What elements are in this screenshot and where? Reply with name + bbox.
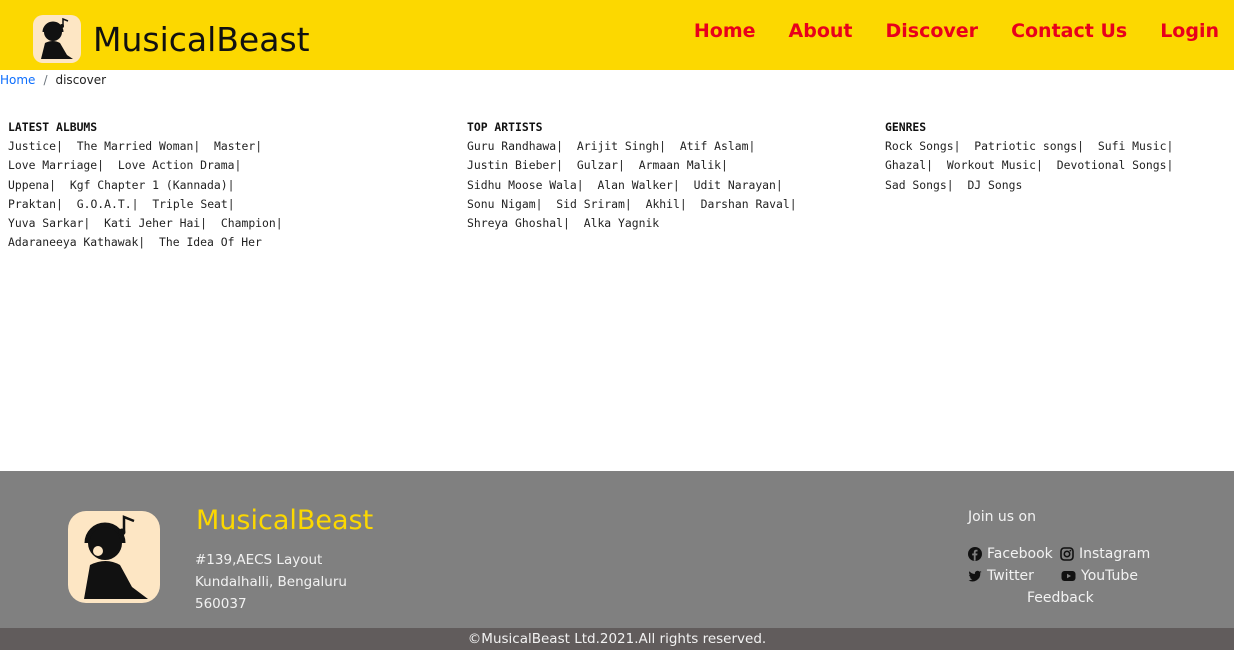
- nav-login[interactable]: Login: [1160, 20, 1219, 42]
- list-row: Yuva Sarkar| Kati Jeher Hai| Champion|: [8, 214, 283, 233]
- artist-link[interactable]: Gulzar|: [577, 158, 625, 172]
- list-row: Adaraneeya Kathawak| The Idea Of Her: [8, 233, 283, 252]
- artist-link[interactable]: Alan Walker|: [597, 178, 679, 192]
- list-row: Praktan| G.O.A.T.| Triple Seat|: [8, 195, 283, 214]
- list-row: Love Marriage| Love Action Drama|: [8, 156, 283, 175]
- artist-link[interactable]: Darshan Raval|: [701, 197, 797, 211]
- genres-section: GENRES Rock Songs| Patriotic songs| Sufi…: [885, 118, 1173, 195]
- breadcrumb-home-link[interactable]: Home: [0, 73, 35, 87]
- instagram-link[interactable]: Instagram: [1060, 546, 1150, 562]
- genre-link[interactable]: Rock Songs|: [885, 139, 960, 153]
- facebook-link[interactable]: Facebook: [968, 546, 1053, 562]
- album-link[interactable]: Uppena|: [8, 178, 56, 192]
- artist-link[interactable]: Udit Narayan|: [694, 178, 783, 192]
- copyright-text: ©MusicalBeast Ltd.2021.All rights reserv…: [467, 631, 767, 647]
- nav-about[interactable]: About: [789, 20, 853, 42]
- logo-icon: [33, 15, 81, 63]
- breadcrumb: Home / discover: [0, 73, 106, 87]
- list-row: Sidhu Moose Wala| Alan Walker| Udit Nara…: [467, 176, 797, 195]
- artist-link[interactable]: Guru Randhawa|: [467, 139, 563, 153]
- artist-link[interactable]: Alka Yagnik: [584, 216, 659, 230]
- album-link[interactable]: Master|: [214, 139, 262, 153]
- album-link[interactable]: Love Action Drama|: [118, 158, 241, 172]
- facebook-icon: [968, 547, 982, 561]
- genre-link[interactable]: DJ Songs: [967, 178, 1022, 192]
- brand[interactable]: MusicalBeast: [33, 14, 310, 64]
- instagram-label: Instagram: [1079, 546, 1151, 562]
- list-row: Uppena| Kgf Chapter 1 (Kannada)|: [8, 176, 283, 195]
- feedback-link[interactable]: Feedback: [1027, 590, 1094, 606]
- brand-name: MusicalBeast: [93, 19, 310, 59]
- list-row: Ghazal| Workout Music| Devotional Songs|: [885, 156, 1173, 175]
- list-row: Justice| The Married Woman| Master|: [8, 137, 283, 156]
- latest-albums-title: LATEST ALBUMS: [8, 120, 98, 134]
- album-link[interactable]: G.O.A.T.|: [77, 197, 139, 211]
- twitter-label: Twitter: [987, 568, 1034, 584]
- album-link[interactable]: The Married Woman|: [77, 139, 200, 153]
- latest-albums-section: LATEST ALBUMS Justice| The Married Woman…: [8, 118, 283, 252]
- twitter-icon: [968, 570, 982, 582]
- copyright-bar: ©MusicalBeast Ltd.2021.All rights reserv…: [0, 628, 1234, 650]
- genre-link[interactable]: Sufi Music|: [1098, 139, 1173, 153]
- list-row: Rock Songs| Patriotic songs| Sufi Music|: [885, 137, 1173, 156]
- artist-link[interactable]: Shreya Ghoshal|: [467, 216, 570, 230]
- breadcrumb-separator: /: [43, 73, 48, 87]
- address-line: Kundalhalli, Bengaluru: [195, 574, 347, 590]
- address-line: #139,AECS Layout: [195, 552, 323, 568]
- album-link[interactable]: Kgf Chapter 1 (Kannada)|: [70, 178, 235, 192]
- album-link[interactable]: The Idea Of Her: [159, 235, 262, 249]
- album-link[interactable]: Triple Seat|: [152, 197, 234, 211]
- footer-logo-icon: [68, 511, 160, 603]
- artist-link[interactable]: Arijit Singh|: [577, 139, 666, 153]
- list-row: Shreya Ghoshal| Alka Yagnik: [467, 214, 797, 233]
- album-link[interactable]: Champion|: [221, 216, 283, 230]
- twitter-link[interactable]: Twitter: [968, 568, 1034, 584]
- album-link[interactable]: Kati Jeher Hai|: [104, 216, 207, 230]
- genre-link[interactable]: Ghazal|: [885, 158, 933, 172]
- genre-link[interactable]: Patriotic songs|: [974, 139, 1084, 153]
- instagram-icon: [1060, 547, 1074, 561]
- list-row: Guru Randhawa| Arijit Singh| Atif Aslam|: [467, 137, 797, 156]
- artist-link[interactable]: Atif Aslam|: [680, 139, 755, 153]
- artist-link[interactable]: Armaan Malik|: [639, 158, 728, 172]
- artist-link[interactable]: Akhil|: [646, 197, 687, 211]
- genres-title: GENRES: [885, 120, 927, 134]
- genre-link[interactable]: Sad Songs|: [885, 178, 954, 192]
- top-artists-section: TOP ARTISTS Guru Randhawa| Arijit Singh|…: [467, 118, 797, 233]
- main-nav: Home About Discover Contact Us Login: [661, 20, 1219, 42]
- list-row: Sad Songs| DJ Songs: [885, 176, 1173, 195]
- nav-discover[interactable]: Discover: [886, 20, 979, 42]
- album-link[interactable]: Yuva Sarkar|: [8, 216, 90, 230]
- address: #139,AECS Layout Kundalhalli, Bengaluru …: [195, 549, 347, 615]
- facebook-label: Facebook: [987, 546, 1053, 562]
- youtube-link[interactable]: YouTube: [1061, 568, 1138, 584]
- list-row: Justin Bieber| Gulzar| Armaan Malik|: [467, 156, 797, 175]
- album-link[interactable]: Adaraneeya Kathawak|: [8, 235, 145, 249]
- join-label: Join us on: [968, 509, 1036, 525]
- footer-brand: MusicalBeast: [196, 505, 374, 536]
- artist-link[interactable]: Justin Bieber|: [467, 158, 563, 172]
- artist-link[interactable]: Sonu Nigam|: [467, 197, 542, 211]
- artist-link[interactable]: Sidhu Moose Wala|: [467, 178, 584, 192]
- album-link[interactable]: Justice|: [8, 139, 63, 153]
- genre-link[interactable]: Devotional Songs|: [1057, 158, 1174, 172]
- breadcrumb-current: discover: [55, 73, 107, 87]
- youtube-icon: [1061, 571, 1076, 581]
- nav-home[interactable]: Home: [694, 20, 756, 42]
- artist-link[interactable]: Sid Sriram|: [556, 197, 631, 211]
- address-line: 560037: [195, 596, 247, 612]
- album-link[interactable]: Love Marriage|: [8, 158, 104, 172]
- list-row: Sonu Nigam| Sid Sriram| Akhil| Darshan R…: [467, 195, 797, 214]
- site-header: MusicalBeast Home About Discover Contact…: [0, 0, 1234, 70]
- youtube-label: YouTube: [1081, 568, 1138, 584]
- top-artists-title: TOP ARTISTS: [467, 120, 543, 134]
- site-footer: MusicalBeast #139,AECS Layout Kundalhall…: [0, 471, 1234, 628]
- nav-contact-us[interactable]: Contact Us: [1011, 20, 1127, 42]
- genre-link[interactable]: Workout Music|: [947, 158, 1043, 172]
- album-link[interactable]: Praktan|: [8, 197, 63, 211]
